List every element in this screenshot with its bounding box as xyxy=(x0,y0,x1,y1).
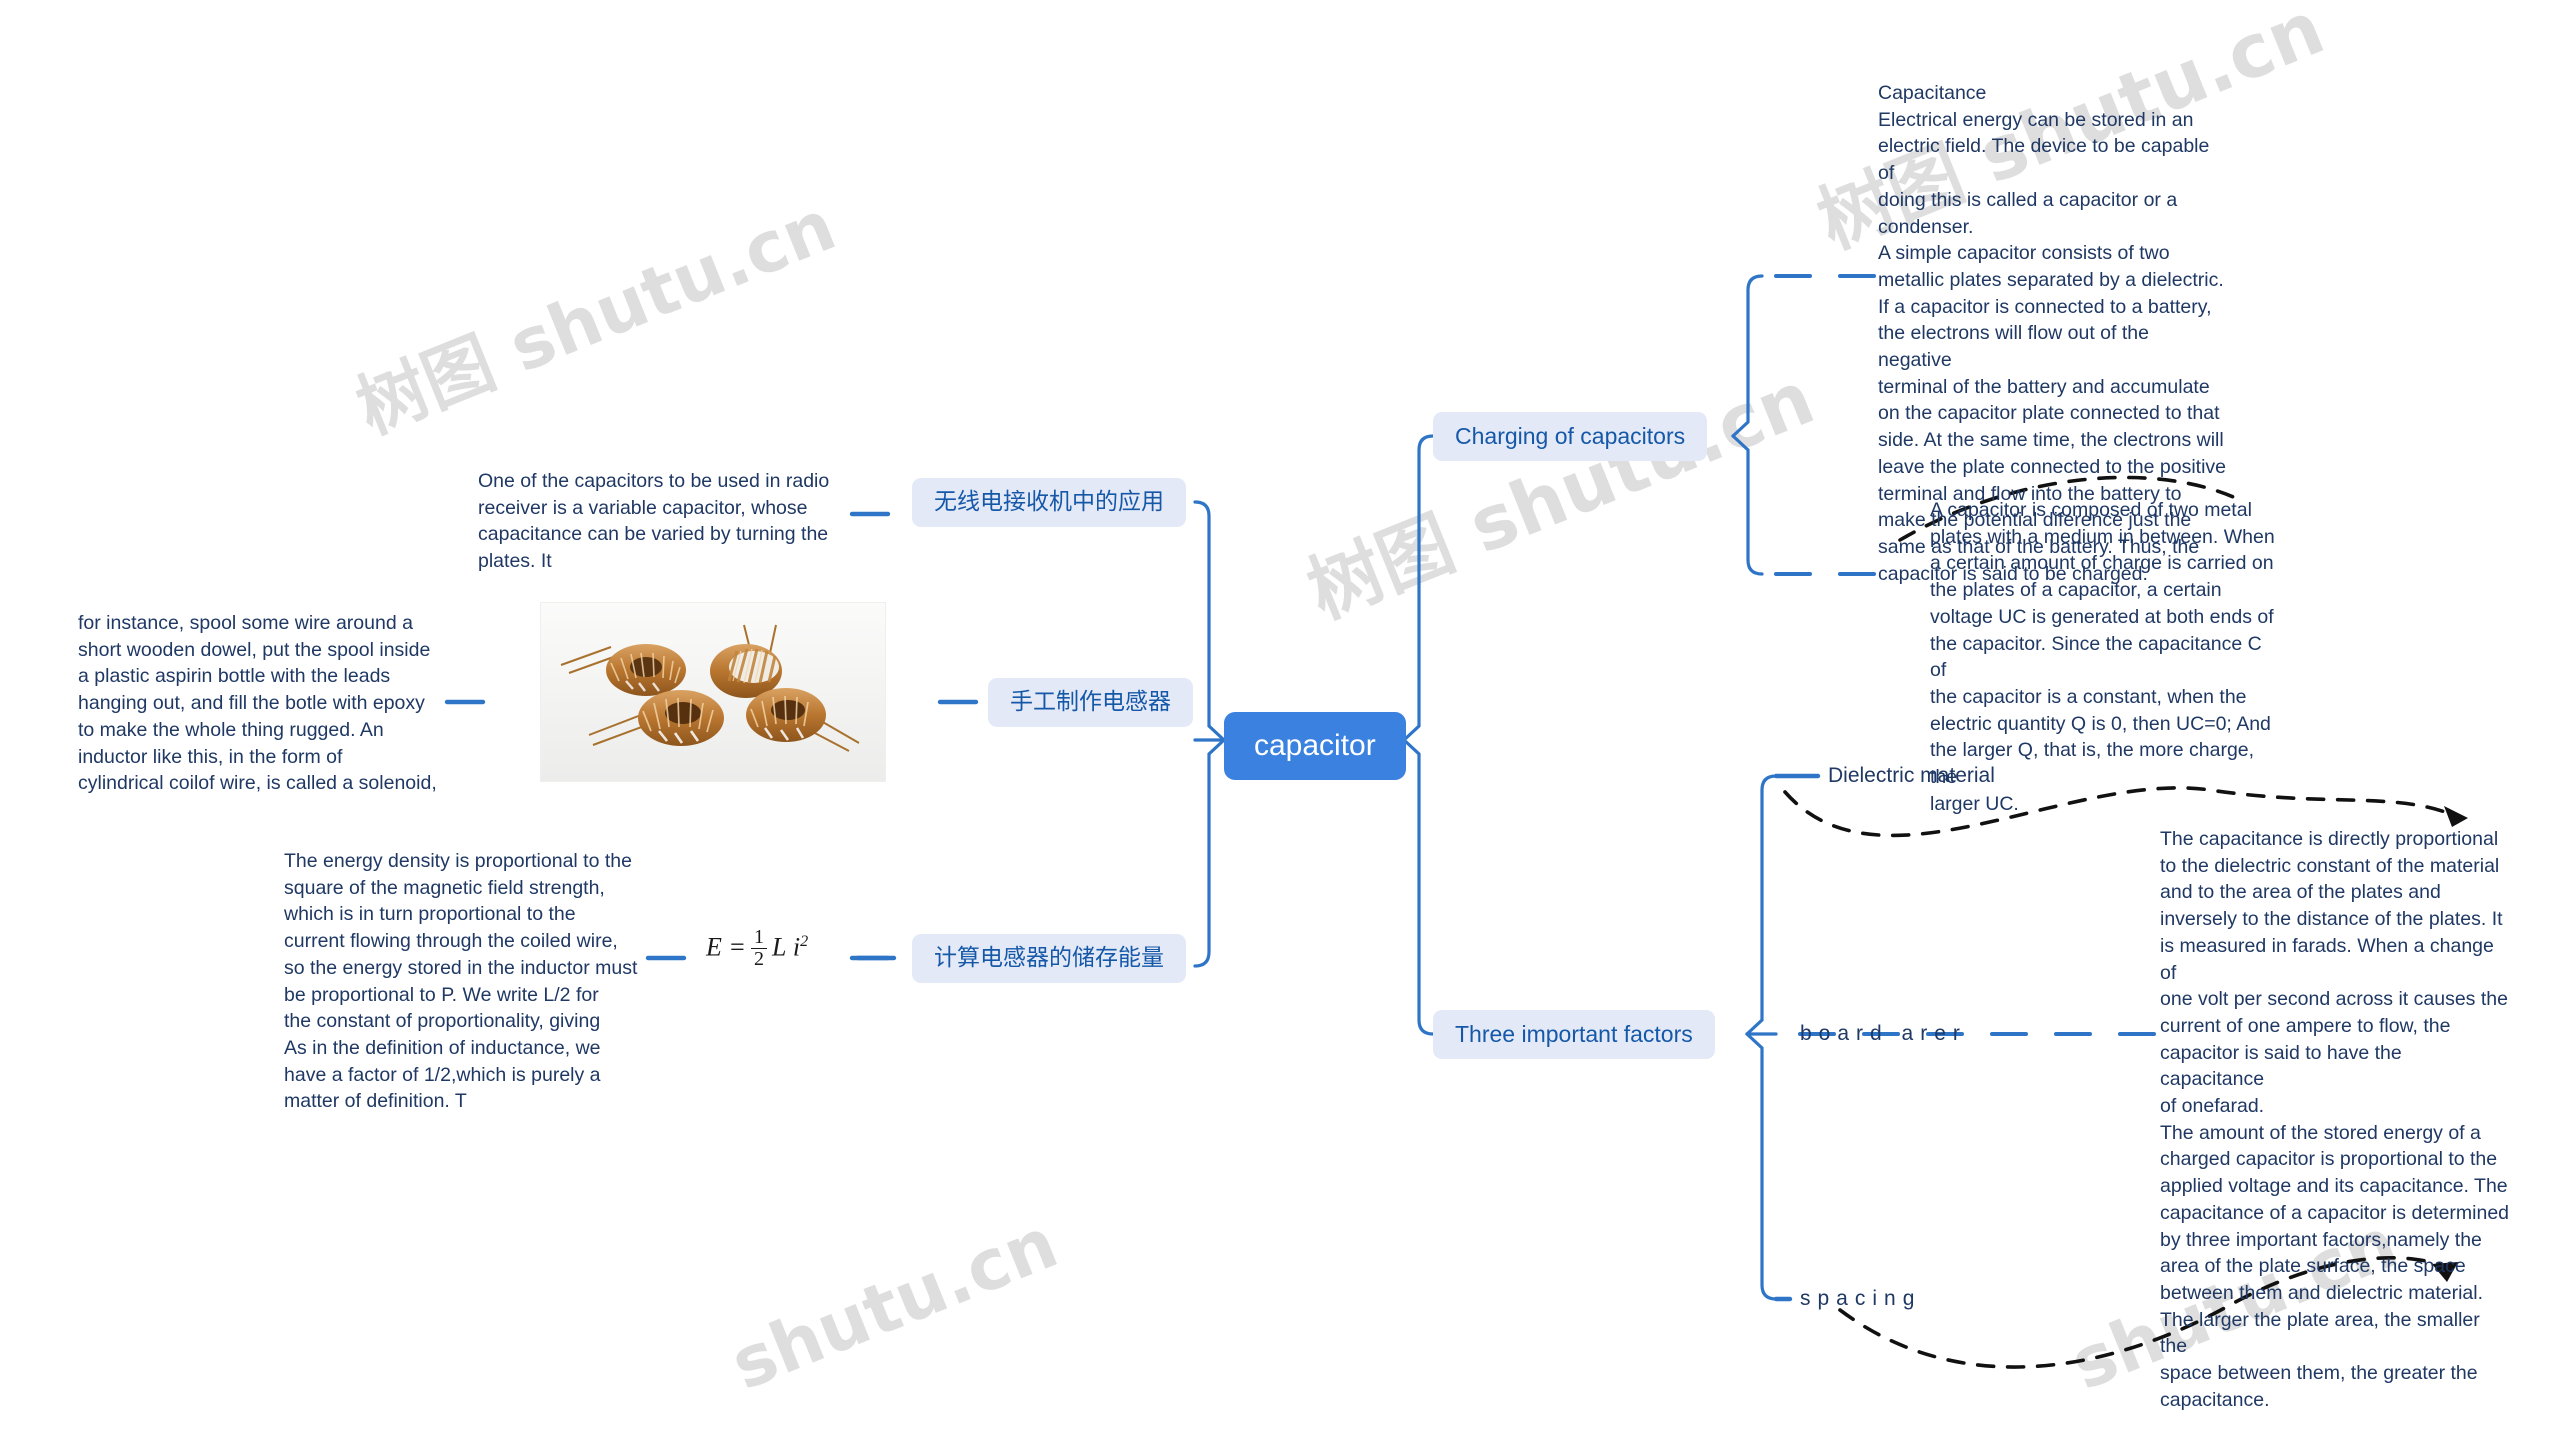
toroidal-inductors-photo xyxy=(540,602,886,782)
root-node-capacitor[interactable]: capacitor xyxy=(1224,712,1406,780)
leaf-label-text: board arer xyxy=(1800,1022,1967,1045)
node-label: 无线电接收机中的应用 xyxy=(934,489,1164,515)
leaf-spacing[interactable]: spacing xyxy=(1800,1287,1921,1311)
text-solenoid-note: for instance, spool some wire around a s… xyxy=(78,612,437,795)
formula-lhs: E = xyxy=(706,932,746,962)
text-radio-receiver-note: One of the capacitors to be used in radi… xyxy=(478,470,830,573)
formula-denominator: 2 xyxy=(750,948,767,970)
node-inductor-stored-energy[interactable]: 计算电感器的储存能量 xyxy=(912,934,1186,983)
inductor-energy-formula: E = 1 2 L i2 xyxy=(706,926,809,971)
node-handmade-inductor[interactable]: 手工制作电感器 xyxy=(988,678,1193,727)
formula-inductance-symbol: L xyxy=(771,932,787,962)
node-label: 手工制作电感器 xyxy=(1010,689,1171,715)
root-node-label: capacitor xyxy=(1254,729,1376,762)
leaf-board-arer[interactable]: board arer xyxy=(1800,1022,1967,1046)
leaf-label-text: Dielectric material xyxy=(1828,764,1995,787)
formula-fraction: 12 xyxy=(750,926,767,970)
node-three-important-factors[interactable]: Three important factors xyxy=(1433,1010,1715,1059)
watermark: 树图 shutu.cn xyxy=(1296,355,1826,636)
photo-graphic xyxy=(541,603,885,781)
node-label: Charging of capacitors xyxy=(1455,423,1686,449)
node-charging-of-capacitors[interactable]: Charging of capacitors xyxy=(1433,412,1708,461)
watermark: 树图 shutu.cn xyxy=(345,184,847,450)
mindmap-canvas: 树图 shutu.cn 树图 shutu.cn 树图 shutu.cn shut… xyxy=(0,0,2560,1441)
node-radio-receiver-application[interactable]: 无线电接收机中的应用 xyxy=(912,478,1186,527)
watermark: shutu.cn xyxy=(720,1201,1069,1407)
text-energy-density-note: The energy density is proportional to th… xyxy=(284,850,638,1113)
formula-numerator: 1 xyxy=(753,926,764,948)
text-three-factors-note: The capacitance is directly proportional… xyxy=(2160,828,2510,1411)
leaf-label-text: spacing xyxy=(1800,1287,1922,1310)
leaf-dielectric-material[interactable]: Dielectric material xyxy=(1828,764,1995,788)
node-label: Three important factors xyxy=(1455,1021,1693,1047)
node-label: 计算电感器的储存能量 xyxy=(934,945,1164,971)
formula-exponent: 2 xyxy=(800,932,809,950)
